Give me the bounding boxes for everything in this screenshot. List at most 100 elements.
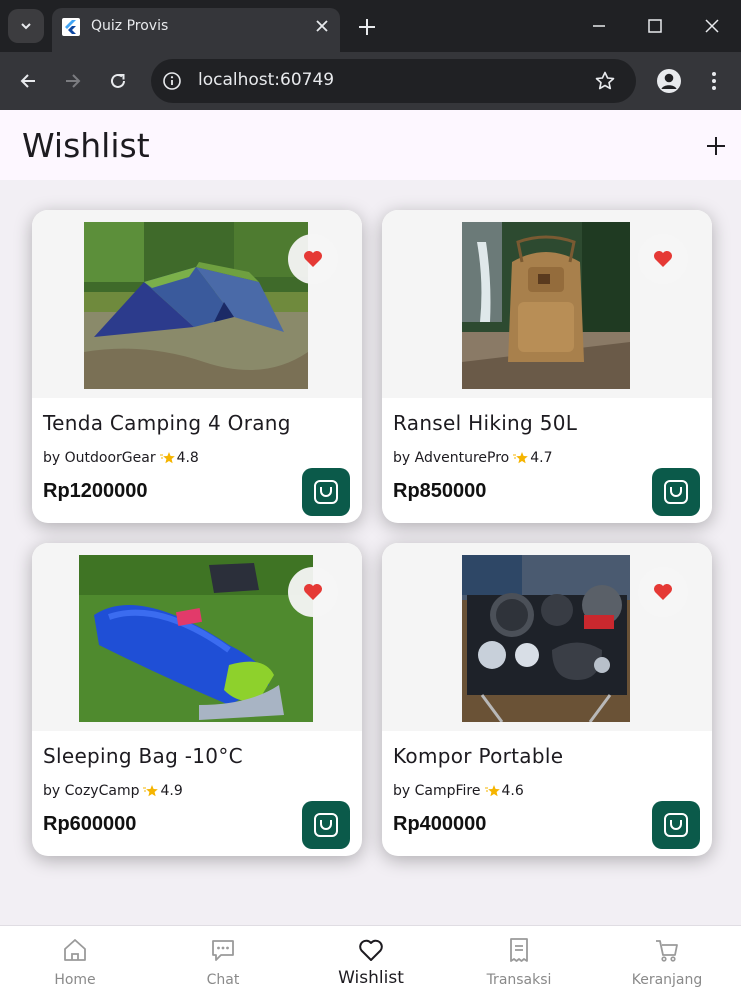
nav-item-transaksi[interactable]: Transaksi: [445, 926, 593, 998]
product-name: Kompor Portable: [393, 744, 564, 768]
product-image-area: [382, 543, 712, 731]
minimize-icon: [593, 25, 605, 27]
star-icon: [513, 452, 529, 464]
address-bar[interactable]: localhost:60749: [151, 59, 636, 103]
product-meta: by AdventurePro 4.7: [393, 450, 553, 466]
heart-filled-icon: [304, 584, 322, 600]
product-seller: by CampFire: [393, 783, 481, 799]
back-button[interactable]: [14, 67, 42, 95]
star-icon: [143, 785, 159, 797]
star-icon: [484, 785, 500, 797]
product-image-area: [32, 543, 362, 731]
profile-button[interactable]: [655, 67, 683, 95]
chevron-down-icon: [21, 23, 31, 30]
add-icon[interactable]: [702, 132, 730, 160]
profile-icon: [657, 69, 681, 93]
wishlist-toggle-button[interactable]: [288, 234, 338, 284]
product-meta: by OutdoorGear 4.8: [43, 450, 199, 466]
nav-label: Wishlist: [338, 968, 404, 988]
product-rating: 4.7: [530, 450, 553, 466]
page-title: Wishlist: [22, 126, 150, 165]
nav-item-keranjang[interactable]: Keranjang: [593, 926, 741, 998]
reload-button[interactable]: [104, 67, 132, 95]
add-to-cart-button[interactable]: [652, 468, 700, 516]
product-rating: 4.6: [501, 783, 524, 799]
bottom-navigation: Home Chat Wishlist Transaksi Keranjang: [0, 925, 741, 998]
browser-tab[interactable]: Quiz Provis: [52, 8, 340, 52]
nav-item-home[interactable]: Home: [1, 926, 149, 998]
home-icon: [64, 939, 86, 961]
product-image-area: [32, 210, 362, 398]
tab-title: Quiz Provis: [91, 18, 169, 34]
arrow-left-icon: [20, 74, 35, 88]
tab-close-button[interactable]: [312, 16, 332, 36]
shopping-bag-icon: [314, 813, 338, 837]
nav-item-wishlist[interactable]: Wishlist: [297, 926, 445, 998]
close-icon: [705, 19, 719, 33]
product-name: Tenda Camping 4 Orang: [43, 411, 291, 435]
bookmark-star-icon[interactable]: [594, 70, 616, 92]
reload-icon: [111, 73, 125, 88]
nav-label: Keranjang: [631, 972, 703, 988]
sleeping-bag-photo: [79, 555, 313, 722]
wishlist-toggle-button[interactable]: [638, 567, 688, 617]
product-card[interactable]: Tenda Camping 4 Orang by OutdoorGear 4.8…: [32, 210, 362, 523]
shopping-bag-icon: [664, 813, 688, 837]
flutter-icon: [62, 18, 80, 36]
product-price: Rp1200000: [43, 480, 148, 502]
product-price: Rp600000: [43, 813, 137, 835]
shopping-bag-icon: [314, 480, 338, 504]
add-to-cart-button[interactable]: [302, 468, 350, 516]
site-info-icon[interactable]: [161, 70, 183, 92]
nav-label: Chat: [206, 972, 240, 988]
star-icon: [159, 452, 175, 464]
product-seller: by OutdoorGear: [43, 450, 156, 466]
product-meta: by CampFire 4.6: [393, 783, 524, 799]
tab-search-button[interactable]: [8, 9, 44, 43]
arrow-right-icon: [66, 74, 81, 88]
product-name: Ransel Hiking 50L: [393, 411, 578, 435]
tent-photo: [84, 222, 308, 389]
app-bar: Wishlist: [0, 110, 741, 180]
receipt-icon: [510, 938, 528, 962]
wishlist-toggle-button[interactable]: [288, 567, 338, 617]
product-rating: 4.8: [176, 450, 199, 466]
product-image-area: [382, 210, 712, 398]
nav-label: Home: [54, 972, 96, 988]
window-close-button[interactable]: [698, 12, 726, 40]
app-root: Wishlist Tenda Camping 4 Orang by Outdoo…: [0, 110, 741, 998]
browser-menu-button[interactable]: [700, 67, 728, 95]
product-seller: by CozyCamp: [43, 783, 140, 799]
product-meta: by CozyCamp 4.9: [43, 783, 183, 799]
wishlist-grid: Tenda Camping 4 Orang by OutdoorGear 4.8…: [0, 180, 741, 925]
nav-item-chat[interactable]: Chat: [149, 926, 297, 998]
product-card[interactable]: Ransel Hiking 50L by AdventurePro 4.7 Rp…: [382, 210, 712, 523]
product-price: Rp400000: [393, 813, 487, 835]
maximize-button[interactable]: [641, 12, 669, 40]
add-to-cart-button[interactable]: [652, 801, 700, 849]
product-seller: by AdventurePro: [393, 450, 510, 466]
heart-filled-icon: [654, 251, 672, 267]
product-rating: 4.9: [160, 783, 183, 799]
new-tab-icon[interactable]: [356, 16, 378, 38]
chat-icon: [212, 940, 234, 961]
more-vertical-icon: [712, 72, 716, 90]
product-name: Sleeping Bag -10°C: [43, 744, 243, 768]
maximize-icon: [648, 19, 662, 33]
forward-button[interactable]: [59, 67, 87, 95]
cart-icon: [656, 940, 678, 962]
close-icon: [316, 20, 328, 32]
url-text: localhost:60749: [198, 70, 335, 90]
minimize-button[interactable]: [585, 12, 613, 40]
nav-label: Transaksi: [486, 972, 552, 988]
heart-filled-icon: [654, 584, 672, 600]
shopping-bag-icon: [664, 480, 688, 504]
add-to-cart-button[interactable]: [302, 801, 350, 849]
browser-toolbar: localhost:60749: [0, 52, 741, 110]
product-price: Rp850000: [393, 480, 487, 502]
stove-photo: [462, 555, 630, 722]
product-card[interactable]: Kompor Portable by CampFire 4.6 Rp400000: [382, 543, 712, 856]
browser-tabstrip: Quiz Provis: [0, 0, 741, 52]
product-card[interactable]: Sleeping Bag -10°C by CozyCamp 4.9 Rp600…: [32, 543, 362, 856]
wishlist-toggle-button[interactable]: [638, 234, 688, 284]
